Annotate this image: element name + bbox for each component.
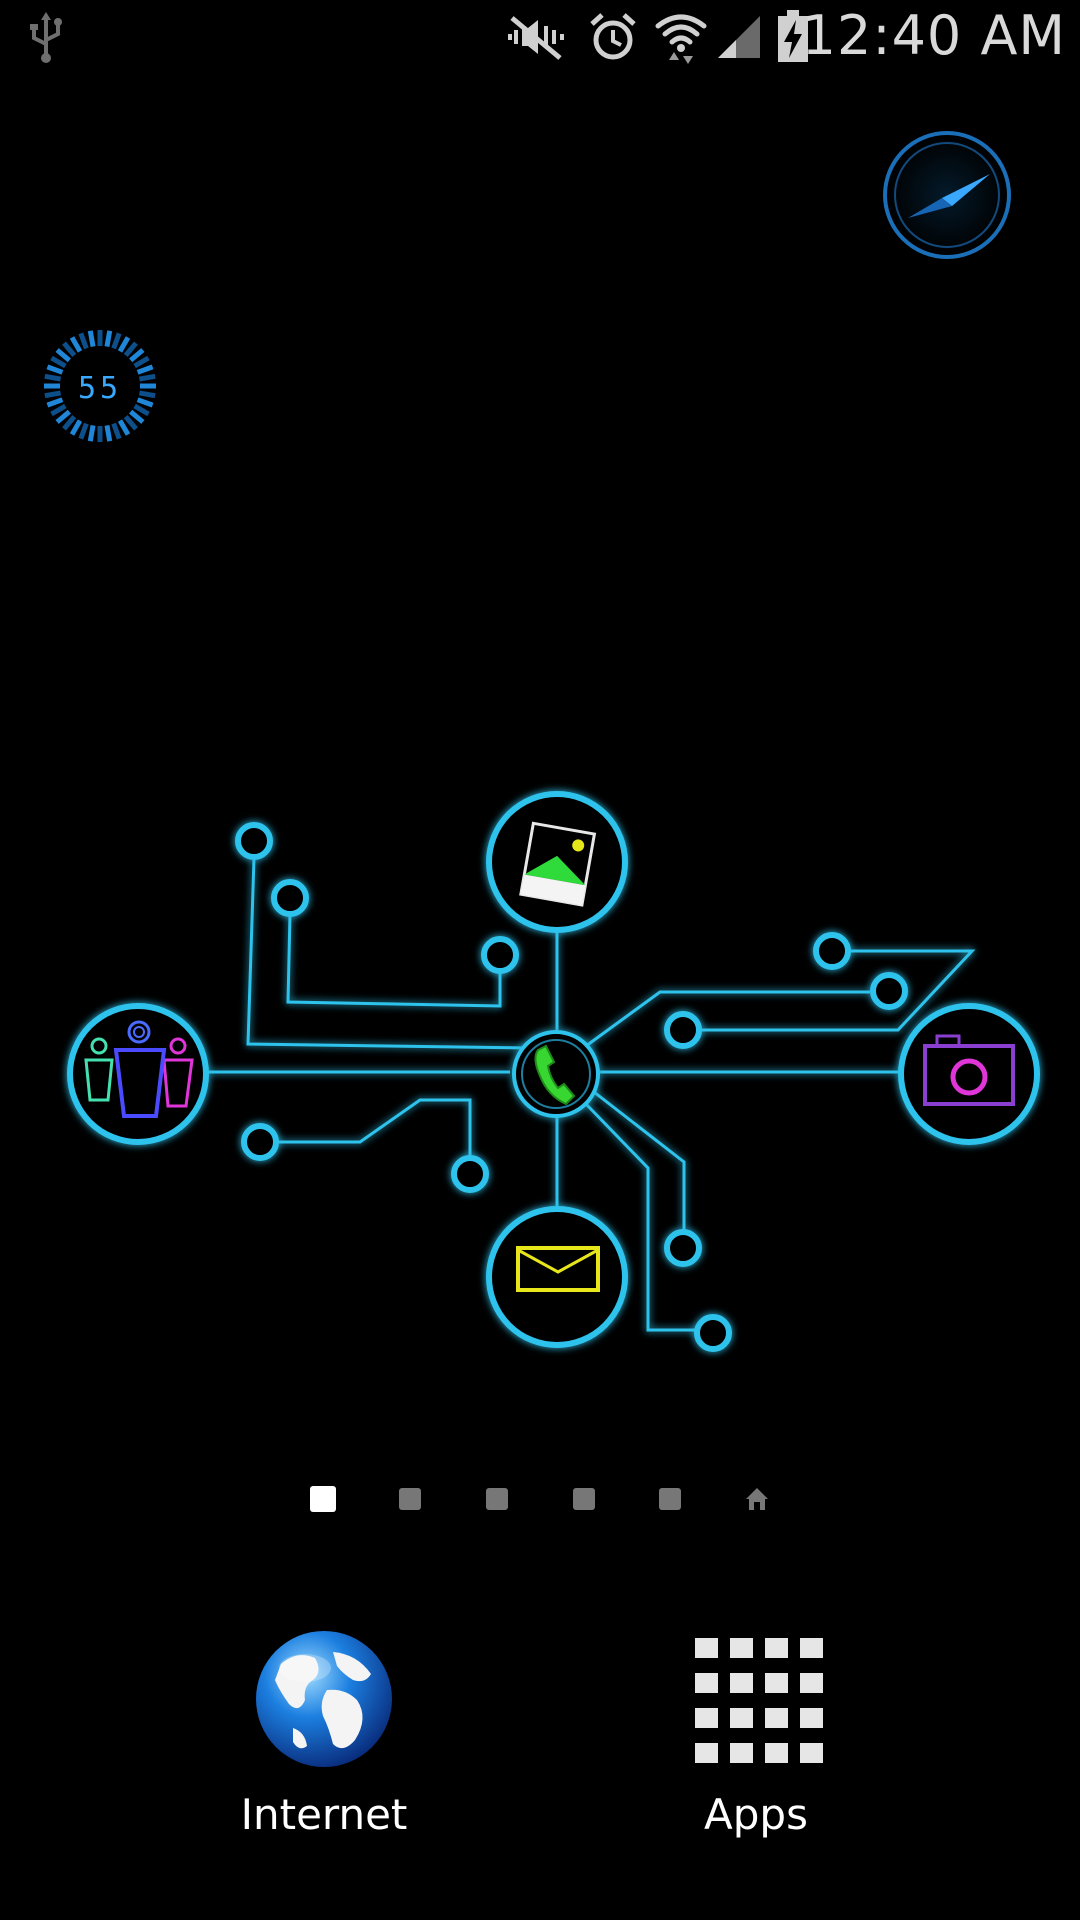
home-page-icon[interactable] bbox=[744, 1486, 770, 1512]
contacts-icon[interactable] bbox=[67, 1003, 209, 1145]
dock-apps[interactable]: Apps bbox=[626, 1628, 886, 1839]
internet-label: Internet bbox=[240, 1790, 408, 1839]
page-dot-4[interactable] bbox=[573, 1488, 595, 1510]
apps-grid-cell bbox=[695, 1638, 718, 1658]
apps-grid-cell bbox=[765, 1638, 788, 1658]
page-dot-5[interactable] bbox=[659, 1488, 681, 1510]
globe-icon bbox=[256, 1631, 392, 1767]
apps-grid-cell bbox=[800, 1743, 823, 1763]
apps-grid-cell bbox=[695, 1743, 718, 1763]
page-dot-1[interactable] bbox=[310, 1486, 336, 1512]
dock-internet[interactable]: Internet bbox=[194, 1628, 454, 1839]
apps-grid-cell bbox=[730, 1638, 753, 1658]
apps-grid-cell bbox=[695, 1708, 718, 1728]
phone-icon[interactable] bbox=[512, 1030, 600, 1118]
apps-grid-cell bbox=[730, 1708, 753, 1728]
envelope-icon[interactable] bbox=[486, 1206, 628, 1348]
apps-grid-cell bbox=[800, 1638, 823, 1658]
apps-grid-cell bbox=[730, 1743, 753, 1763]
page-indicator bbox=[0, 1478, 1080, 1522]
camera-icon[interactable] bbox=[898, 1003, 1040, 1145]
apps-grid-cell bbox=[765, 1743, 788, 1763]
home-screen: 12:40 AM 55 Internet Apps bbox=[0, 0, 1080, 1920]
apps-grid-cell bbox=[765, 1673, 788, 1693]
apps-grid-cell bbox=[765, 1708, 788, 1728]
apps-grid-icon bbox=[695, 1638, 823, 1763]
gallery-icon[interactable] bbox=[486, 791, 628, 933]
apps-grid-cell bbox=[800, 1708, 823, 1728]
page-dot-2[interactable] bbox=[399, 1488, 421, 1510]
apps-grid-cell bbox=[800, 1673, 823, 1693]
apps-grid-cell bbox=[730, 1673, 753, 1693]
apps-label: Apps bbox=[704, 1790, 808, 1839]
apps-grid-cell bbox=[695, 1673, 718, 1693]
circuit-launcher bbox=[67, 791, 1040, 1352]
page-dot-3[interactable] bbox=[486, 1488, 508, 1510]
